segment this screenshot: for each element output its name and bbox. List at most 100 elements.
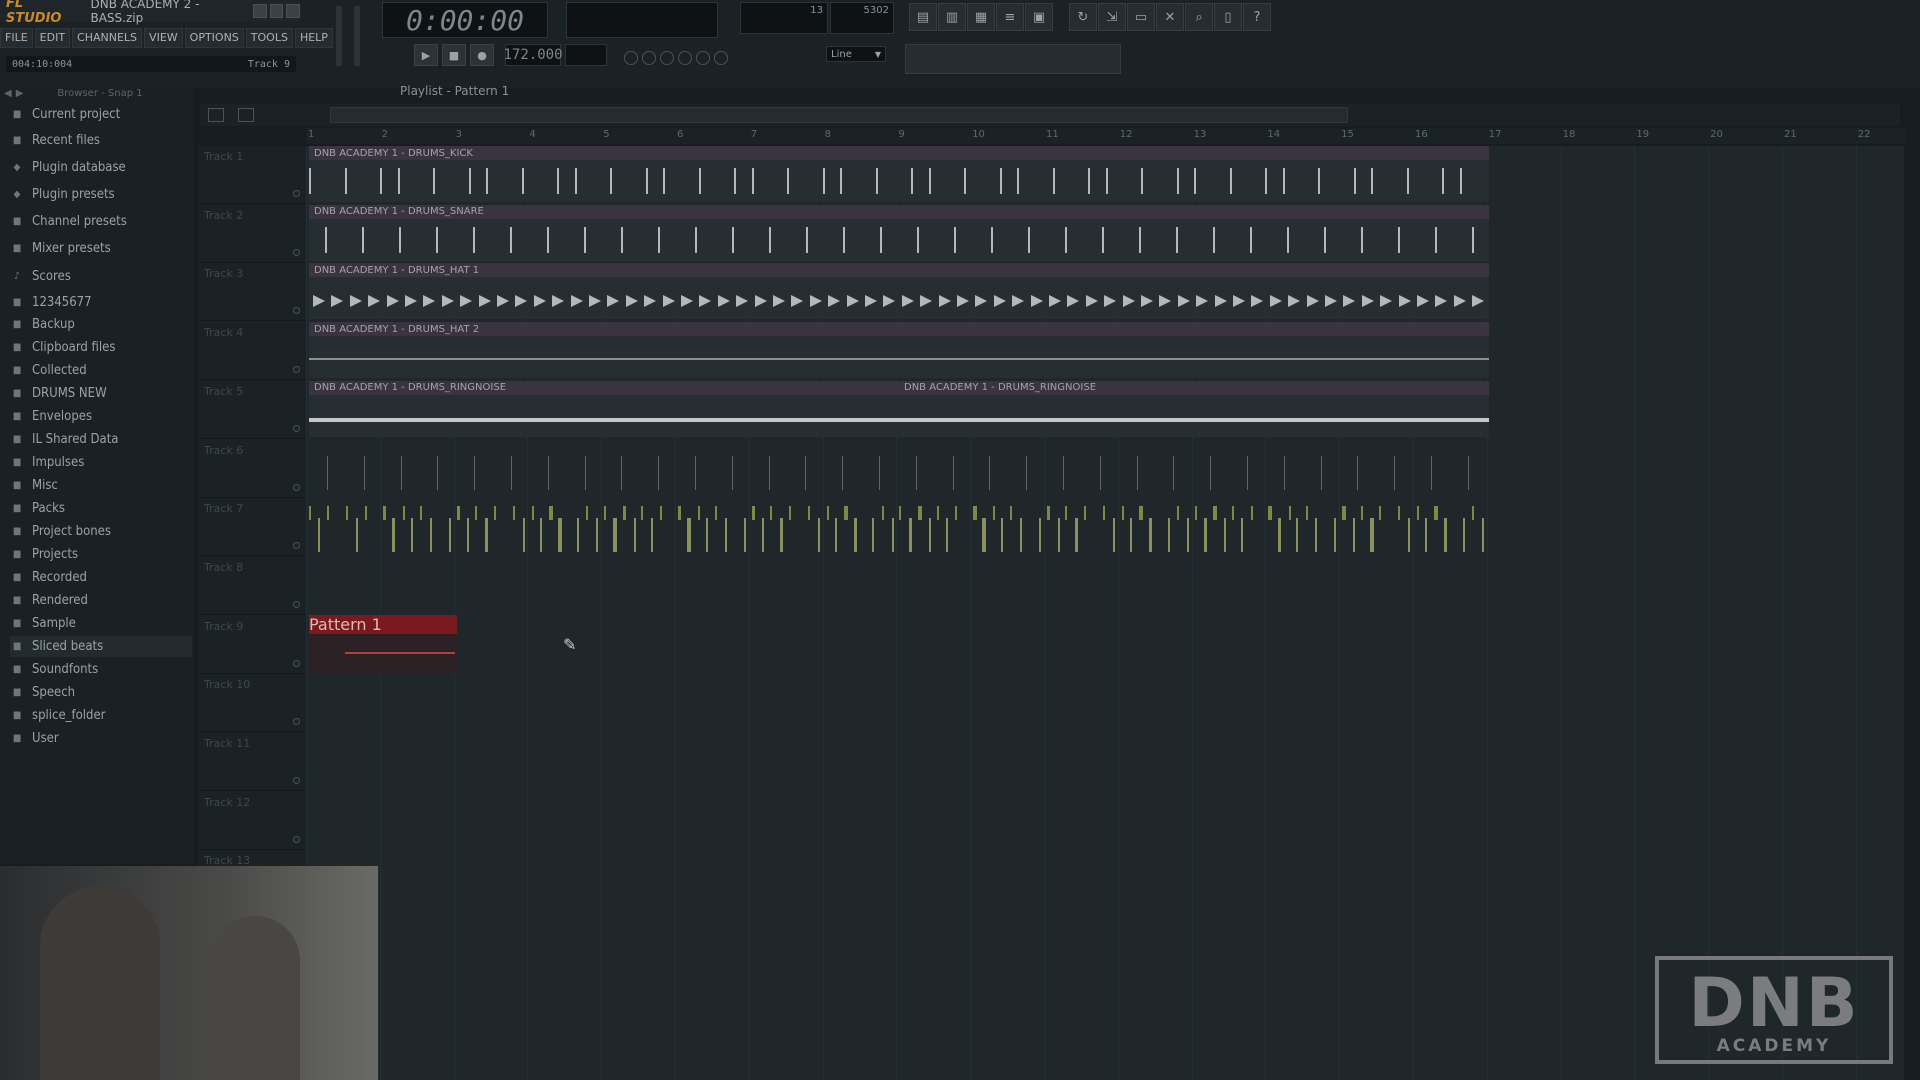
browser-item[interactable]: ■ Rendered [10,590,192,611]
track-header[interactable]: Track 9 [198,616,306,674]
audio-clip[interactable]: DNB ACADEMY 1 - DRUMS_SNARE [309,204,1489,261]
track-mute-icon[interactable] [293,600,300,608]
browser-item[interactable]: ■ splice_folder [10,705,192,726]
arrow-right-icon[interactable]: ▶ [16,88,24,99]
track-mute-icon[interactable] [293,366,300,374]
browser-item[interactable]: ■ Collected [10,360,192,381]
pattern-selector[interactable] [565,44,607,66]
track-mute-icon[interactable] [293,307,300,315]
help-button[interactable]: ? [1243,3,1271,31]
step-edit-icon[interactable] [696,51,710,65]
track-header[interactable]: Track 12 [198,792,306,850]
browser-item[interactable]: ■ Recent files [10,130,192,151]
save-button[interactable]: ▭ [1127,3,1155,31]
search-button[interactable]: ⌕ [1185,3,1213,31]
audio-clip[interactable]: DNB ACADEMY 1 - DRUMS_RINGNOISE [899,380,1489,437]
menu-view[interactable]: VIEW [144,28,183,48]
track-mute-icon[interactable] [293,718,300,726]
zoom-tool-icon[interactable] [238,108,254,122]
track-header[interactable]: Track 3 [198,263,306,322]
channel-rack-window-button[interactable]: ▦ [967,3,995,31]
browser-window-button[interactable]: ▣ [1025,3,1053,31]
track-mute-icon[interactable] [293,835,300,843]
menu-options[interactable]: OPTIONS [184,28,244,48]
blend-option-icon[interactable] [642,51,656,65]
browser-item[interactable]: ◆ Plugin presets [10,184,192,205]
master-volume-slider[interactable] [336,6,342,66]
browser-item[interactable]: ■ Sample [10,613,192,634]
master-pitch-slider[interactable] [354,6,360,66]
track-mute-icon[interactable] [293,542,300,550]
playlist-horizontal-scrollbar[interactable] [330,107,1348,123]
stop-button[interactable]: ■ [442,44,466,66]
browser-item[interactable]: ■ Projects [10,544,192,565]
menu-edit[interactable]: EDIT [34,28,71,48]
mixer-window-button[interactable]: ≡ [996,3,1024,31]
menu-help[interactable]: HELP [294,28,333,48]
document-button[interactable]: ▯ [1214,3,1242,31]
bar-ruler[interactable]: 1 2 3 4 5 6 7 8 9 10 11 12 13 14 15 16 17 18 19 20 21 22 [306,128,1906,144]
pattern-clip-hits[interactable] [309,440,1489,496]
track-mute-icon[interactable] [293,483,300,491]
playlist-title[interactable]: Playlist - Pattern 1 [400,84,1920,100]
menu-tools[interactable]: TOOLS [245,28,293,48]
audio-clip[interactable]: DNB ACADEMY 1 - DRUMS_HAT 2 [309,322,1489,379]
record-button[interactable]: ● [470,44,494,66]
menu-file[interactable]: FILE [0,28,33,48]
pattern-clip-notes[interactable] [309,498,1489,554]
render-button[interactable]: ⇲ [1098,3,1126,31]
browser-item[interactable]: ■ Soundfonts [10,659,192,680]
time-display[interactable]: 0:00:00 [382,2,548,38]
pattern-clip[interactable]: Pattern 1 [309,615,457,673]
track-header[interactable]: Track 5 [198,381,306,439]
track-mute-icon[interactable] [293,190,300,197]
browser-item[interactable]: ■ Envelopes [10,406,192,427]
track-mute-icon[interactable] [293,424,300,432]
close-icon[interactable] [286,4,300,18]
metronome-icon[interactable] [660,51,674,65]
browser-item[interactable]: ■ Backup [10,314,192,335]
draw-tool-icon[interactable] [208,108,224,122]
browser-item[interactable]: ■ Clipboard files [10,337,192,358]
browser-item[interactable]: ■ Packs [10,498,192,519]
browser-item[interactable]: ■ IL Shared Data [10,429,192,450]
tools-button[interactable]: ✕ [1156,3,1184,31]
browser-item[interactable]: ■ Channel presets [10,211,192,232]
menu-channels[interactable]: CHANNELS [72,28,143,48]
browser-item[interactable]: ■ Misc [10,475,192,496]
browser-item[interactable]: ■ DRUMS NEW [10,383,192,404]
snap-option-icon[interactable] [624,51,638,65]
browser-item[interactable]: ■ Sliced beats [10,636,192,657]
browser-item[interactable]: ■ Mixer presets [10,238,192,259]
arrow-left-icon[interactable]: ◀ [4,88,12,99]
track-header[interactable]: Track 2 [198,205,306,263]
browser-item[interactable]: ■ Impulses [10,452,192,473]
maximize-icon[interactable] [269,4,284,18]
track-header[interactable]: Track 4 [198,322,306,381]
browser-item[interactable]: ■ Project bones [10,521,192,542]
piano-roll-window-button[interactable]: ▥ [938,3,966,31]
browser-item[interactable]: ■ Current project [10,104,192,125]
browser-item[interactable]: ■ 12345677 [10,292,192,313]
browser-item[interactable]: ♪ Scores [10,266,192,287]
minimize-icon[interactable] [253,4,267,18]
browser-item[interactable]: ■ Speech [10,682,192,703]
play-button[interactable]: ▶ [414,44,438,66]
track-mute-icon[interactable] [293,248,300,256]
track-mute-icon[interactable] [293,659,300,667]
browser-item[interactable]: ◆ Plugin database [10,157,192,178]
browser-item[interactable]: ■ User [10,728,192,749]
audio-clip[interactable]: DNB ACADEMY 1 - DRUMS_KICK [309,146,1489,202]
tempo-display[interactable]: 172.000 [504,44,563,66]
snap-mode-dropdown[interactable]: Line ▼ [826,46,886,62]
track-header[interactable]: Track 6 [198,440,306,498]
track-header[interactable]: Track 10 [198,674,306,733]
playlist-window-button[interactable]: ▤ [909,3,937,31]
track-header[interactable]: Track 1 [198,146,306,204]
browser-item[interactable]: ■ Recorded [10,567,192,588]
audio-clip[interactable]: DNB ACADEMY 1 - DRUMS_HAT 1 [309,263,1489,320]
loop-record-icon[interactable] [714,51,728,65]
track-mute-icon[interactable] [293,777,300,784]
track-header[interactable]: Track 7 [198,498,306,557]
audio-clip[interactable]: DNB ACADEMY 1 - DRUMS_RINGNOISE [309,380,899,437]
